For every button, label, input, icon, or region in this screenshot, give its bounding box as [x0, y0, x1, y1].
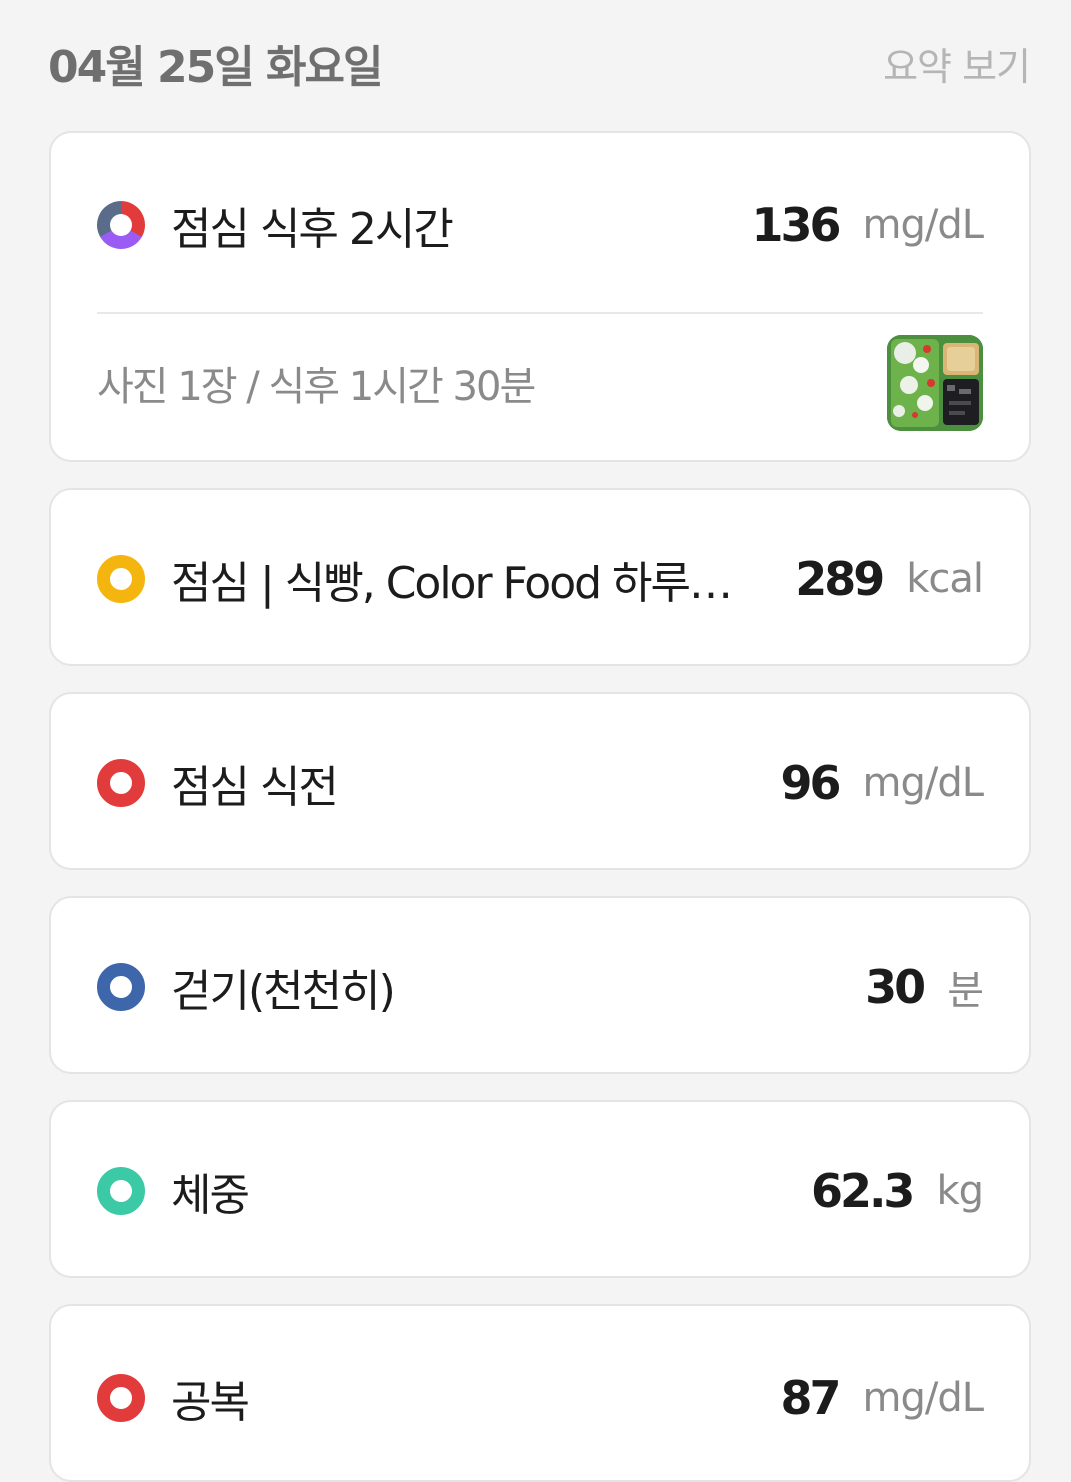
entry-card-pre-meal-glucose[interactable]: 점심 식전 96 mg/dL — [49, 692, 1031, 870]
date-title: 04월 25일 화요일 — [48, 42, 383, 93]
day-header: 04월 25일 화요일 요약 보기 — [48, 28, 1031, 98]
entry-value: 136 — [751, 198, 841, 252]
entry-unit: kg — [936, 1168, 984, 1214]
entry-label: 공복 — [171, 1377, 250, 1428]
entry-unit: kcal — [906, 556, 984, 602]
entry-value: 289 — [795, 552, 885, 606]
entry-card-fasting-glucose[interactable]: 공복 87 mg/dL — [49, 1304, 1031, 1482]
meal-photo-thumbnail[interactable] — [887, 335, 983, 431]
entry-card-exercise[interactable]: 걷기(천천히) 30 분 — [49, 896, 1031, 1074]
photo-info: 사진 1장 / 식후 1시간 30분 — [97, 364, 536, 410]
entry-unit: mg/dL — [862, 202, 984, 248]
entry-label: 걷기(천천히) — [171, 966, 396, 1017]
exercise-icon — [97, 963, 145, 1011]
entry-unit: mg/dL — [862, 1375, 984, 1421]
entry-unit: 분 — [947, 968, 984, 1014]
entry-label: 점심 식전 — [171, 762, 339, 813]
entry-unit: mg/dL — [862, 760, 984, 806]
entry-value: 96 — [780, 756, 841, 810]
glucose-icon — [97, 759, 145, 807]
glucose-multi-icon — [97, 201, 145, 249]
entry-card-lunch-meal[interactable]: 점심 | 식빵, Color Food 하루… 289 kcal — [49, 488, 1031, 666]
entry-card-post-meal-glucose[interactable]: 점심 식후 2시간 136 mg/dL 사진 1장 / 식후 1시간 30분 — [49, 131, 1031, 462]
weight-icon — [97, 1167, 145, 1215]
entry-value: 62.3 — [810, 1164, 915, 1218]
entry-value: 30 — [865, 960, 926, 1014]
entry-label: 점심 식후 2시간 — [171, 204, 454, 255]
entry-value: 87 — [780, 1371, 841, 1425]
glucose-icon — [97, 1374, 145, 1422]
entry-label: 체중 — [171, 1170, 250, 1221]
entry-card-weight[interactable]: 체중 62.3 kg — [49, 1100, 1031, 1278]
card-divider — [97, 312, 983, 314]
meal-icon — [97, 555, 145, 603]
entry-label: 점심 | 식빵, Color Food 하루… — [171, 558, 733, 609]
summary-link[interactable]: 요약 보기 — [883, 36, 1031, 91]
